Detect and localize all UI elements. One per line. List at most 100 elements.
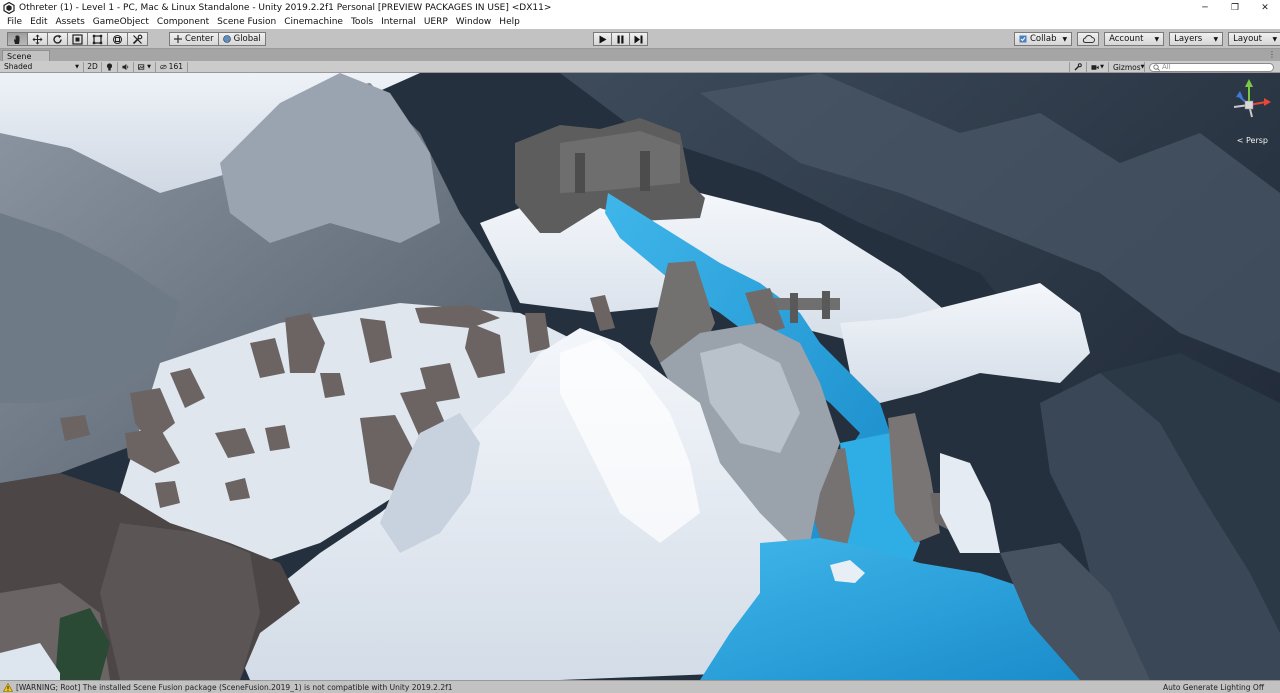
globe-icon (222, 35, 231, 43)
menu-help[interactable]: Help (495, 17, 524, 27)
scene-viewport[interactable]: < Persp (0, 73, 1280, 680)
lighting-status-text[interactable]: Auto Generate Lighting Off (1163, 683, 1264, 692)
collab-dropdown[interactable]: Collab ▼ (1014, 32, 1073, 46)
pivot-controls: Center Global (169, 32, 266, 46)
transform-tools (7, 32, 148, 46)
menu-component[interactable]: Component (153, 17, 213, 27)
scale-tool-button[interactable] (67, 32, 88, 46)
effects-icon (138, 63, 145, 70)
menu-assets[interactable]: Assets (52, 17, 89, 27)
console-warning-text[interactable]: [WARNING; Root] The installed Scene Fusi… (16, 683, 453, 692)
scene-view-toolbar: Shaded ▼ 2D ▼ 161 ▼ Gizmos ▼ All (0, 61, 1280, 73)
chevron-down-icon: ▼ (1272, 35, 1278, 43)
transform-tool-button[interactable] (107, 32, 128, 46)
tab-scene[interactable]: Scene (2, 50, 50, 61)
scale-icon (72, 33, 83, 45)
scene-search-placeholder: All (1162, 63, 1171, 71)
pivot-mode-button[interactable]: Center (169, 32, 219, 46)
move-tool-button[interactable] (27, 32, 48, 46)
speaker-icon (122, 63, 129, 70)
scene-tools-button[interactable] (1069, 62, 1087, 72)
window-title: Othreter (1) - Level 1 - PC, Mac & Linux… (19, 2, 552, 13)
chevron-down-icon: ▼ (1100, 64, 1104, 70)
effects-dropdown[interactable]: ▼ (134, 61, 156, 72)
scene-toolbar-right: ▼ Gizmos ▼ All (1069, 62, 1274, 72)
tools-icon (132, 34, 143, 44)
layout-label: Layout (1233, 34, 1262, 44)
wrench-icon (1074, 63, 1082, 71)
chevron-down-icon: ▼ (147, 63, 151, 70)
gizmos-dropdown[interactable]: Gizmos ▼ (1109, 62, 1145, 72)
step-button[interactable] (629, 32, 648, 46)
chevron-down-icon: ▼ (1140, 64, 1145, 70)
chevron-down-icon: ▼ (75, 63, 79, 70)
projection-label[interactable]: < Persp (1237, 136, 1268, 145)
pivot-center-icon (174, 35, 182, 43)
rotate-tool-button[interactable] (47, 32, 68, 46)
toggle-2d-button[interactable]: 2D (84, 61, 102, 72)
unity-logo-icon (3, 1, 15, 14)
pause-button[interactable] (611, 32, 630, 46)
cloud-services-button[interactable] (1077, 32, 1100, 46)
account-dropdown[interactable]: Account ▼ (1104, 32, 1165, 46)
minimize-button[interactable]: ─ (1190, 0, 1220, 15)
menu-gameobject[interactable]: GameObject (89, 17, 153, 27)
main-toolbar: Center Global Collab ▼ Account ▼ Layers … (0, 29, 1280, 49)
pivot-rotation-label: Global (233, 34, 261, 44)
scene-tab-bar: Scene ⋮ (0, 49, 1280, 61)
rect-tool-button[interactable] (87, 32, 108, 46)
eye-slash-icon (160, 64, 167, 69)
draw-mode-dropdown[interactable]: Shaded ▼ (0, 61, 84, 72)
search-icon (1153, 63, 1160, 71)
custom-tool-button[interactable] (127, 32, 148, 46)
layers-label: Layers (1174, 34, 1203, 44)
window-controls: ─ ❐ ✕ (1190, 0, 1280, 15)
menu-uerp[interactable]: UERP (420, 17, 452, 27)
menu-bar: File Edit Assets GameObject Component Sc… (0, 15, 1280, 29)
move-arrows-icon (32, 34, 43, 44)
tab-options-icon[interactable]: ⋮ (1268, 50, 1276, 59)
menu-window[interactable]: Window (452, 17, 496, 27)
toggle-2d-label: 2D (87, 62, 98, 71)
audio-toggle-button[interactable] (118, 61, 134, 72)
camera-settings-dropdown[interactable]: ▼ (1087, 62, 1109, 72)
pivot-mode-label: Center (185, 34, 214, 44)
menu-file[interactable]: File (3, 17, 26, 27)
camera-icon (1091, 64, 1099, 70)
status-bar: [WARNING; Root] The installed Scene Fusi… (0, 680, 1280, 693)
hidden-objects-toggle[interactable]: 161 (156, 61, 188, 72)
combined-transform-icon (112, 34, 123, 44)
pause-icon (617, 35, 624, 43)
hand-icon (14, 34, 20, 44)
layers-dropdown[interactable]: Layers ▼ (1169, 32, 1224, 46)
hand-tool-button[interactable] (7, 32, 28, 46)
menu-scene-fusion[interactable]: Scene Fusion (213, 17, 280, 27)
play-button[interactable] (593, 32, 612, 46)
account-controls: Collab ▼ Account ▼ Layers ▼ Layout ▼ (1009, 32, 1280, 46)
menu-cinemachine[interactable]: Cinemachine (280, 17, 347, 27)
chevron-down-icon: ▼ (1213, 35, 1219, 43)
cloud-icon (1082, 35, 1095, 43)
chevron-down-icon: ▼ (1062, 35, 1068, 43)
tab-scene-label: Scene (7, 51, 32, 61)
warning-icon (3, 682, 13, 692)
play-icon (599, 35, 607, 43)
playmode-controls (593, 32, 648, 46)
layout-dropdown[interactable]: Layout ▼ (1228, 32, 1280, 46)
maximize-button[interactable]: ❐ (1220, 0, 1250, 15)
draw-mode-label: Shaded (4, 62, 33, 71)
chevron-down-icon: ▼ (1154, 35, 1160, 43)
collab-label: Collab (1030, 34, 1057, 44)
title-bar: Othreter (1) - Level 1 - PC, Mac & Linux… (0, 0, 1280, 15)
scene-search-input[interactable]: All (1149, 62, 1274, 72)
menu-internal[interactable]: Internal (377, 17, 420, 27)
pivot-rotation-button[interactable]: Global (217, 32, 266, 46)
menu-tools[interactable]: Tools (347, 17, 377, 27)
step-icon (634, 35, 643, 43)
rect-transform-icon (92, 34, 103, 44)
lighting-toggle-button[interactable] (102, 61, 118, 72)
hidden-objects-count: 161 (168, 62, 183, 71)
menu-edit[interactable]: Edit (26, 17, 51, 27)
account-label: Account (1109, 34, 1144, 44)
close-button[interactable]: ✕ (1250, 0, 1280, 15)
